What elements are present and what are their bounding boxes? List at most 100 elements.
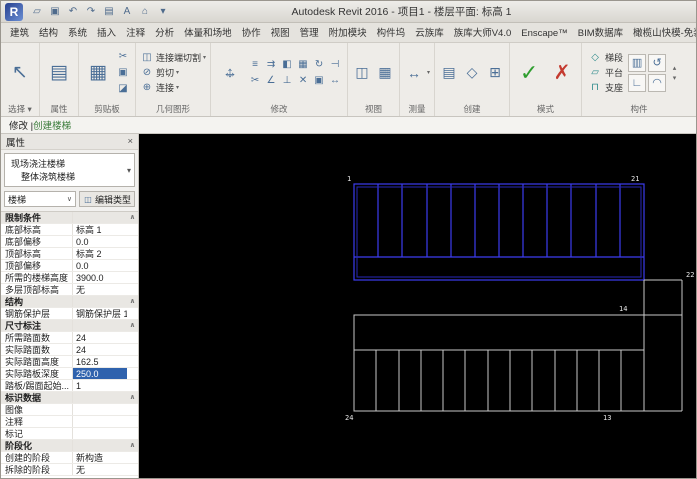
ribbon-tab[interactable]: 构件坞 (372, 23, 411, 42)
match-type-icon[interactable]: ◪ (116, 81, 130, 95)
section-collapse-icon[interactable] (127, 464, 138, 475)
edit-type-button[interactable]: ◫ 编辑类型 (78, 191, 135, 207)
section-collapse-icon[interactable] (127, 356, 138, 367)
property-value[interactable] (73, 440, 127, 451)
ribbon-tab[interactable]: 协作 (237, 23, 266, 42)
ribbon-tab[interactable]: 结构 (34, 23, 63, 42)
property-value[interactable]: 无 (73, 284, 127, 295)
property-value[interactable]: 1 (73, 380, 127, 391)
property-value[interactable]: 250.0 (73, 368, 127, 379)
copy-icon[interactable]: ▣ (116, 65, 130, 79)
move-tool-button[interactable]: ↔ ↕ (215, 50, 245, 96)
property-value[interactable] (73, 212, 127, 223)
mirror-icon[interactable]: ◧ (280, 57, 294, 71)
section-collapse-icon[interactable] (127, 428, 138, 439)
property-value[interactable]: 0.0 (73, 236, 127, 247)
property-value[interactable] (73, 404, 127, 415)
property-value[interactable]: 标高 1 (73, 224, 127, 235)
drawing-canvas[interactable]: 1 21 22 14 24 13 (139, 134, 696, 478)
pin-icon[interactable]: ⊥ (280, 73, 294, 87)
save-icon[interactable]: ▣ (47, 4, 63, 20)
property-row[interactable]: 实际踏板深度 250.0 (1, 368, 138, 380)
property-row[interactable]: 图像 (1, 404, 138, 416)
create-group-icon[interactable]: ▤ (439, 63, 459, 83)
ribbon-tab[interactable]: BIM数据库 (573, 23, 628, 42)
section-collapse-icon[interactable] (127, 404, 138, 415)
stair-support-button[interactable]: ⊓ 支座 (586, 81, 625, 95)
view-grid-icon[interactable]: ▦ (375, 63, 395, 83)
property-row[interactable]: 多层顶部标高 无 (1, 284, 138, 296)
join-end-cut-button[interactable]: ◫ 连接端切割 ▾ (140, 51, 206, 65)
property-row[interactable]: 阶段化 ∧ (1, 440, 138, 452)
stair-run-button[interactable]: ◇ 梯段 (586, 51, 625, 65)
property-value[interactable]: 钢筋保护层 1 ... (73, 308, 127, 319)
property-row[interactable]: 限制条件 ∧ (1, 212, 138, 224)
print-icon[interactable]: ▤ (101, 4, 117, 20)
property-value[interactable]: 24 (73, 344, 127, 355)
ribbon-tab[interactable]: 系统 (63, 23, 92, 42)
property-row[interactable]: 实际踏面高度 162.5 (1, 356, 138, 368)
create-similar-icon[interactable]: ◇ (462, 63, 482, 83)
cut-icon[interactable]: ✂ (116, 49, 130, 63)
type-selector[interactable]: 现场浇注楼梯 整体浇筑楼梯 ▾ (4, 153, 135, 187)
scale-icon[interactable]: ∠ (264, 73, 278, 87)
section-collapse-icon[interactable] (127, 284, 138, 295)
section-collapse-icon[interactable] (127, 332, 138, 343)
revit-app-button[interactable]: R (5, 2, 23, 21)
section-collapse-icon[interactable] (127, 308, 138, 319)
property-row[interactable]: 创建的阶段 新构造 (1, 452, 138, 464)
section-collapse-icon[interactable]: ∧ (127, 440, 138, 451)
stair-landing-button[interactable]: ▱ 平台 (586, 66, 625, 80)
l-shape-run-icon[interactable]: ∟ (628, 73, 647, 92)
property-value[interactable]: 新构造 (73, 452, 127, 463)
property-value[interactable]: 3900.0 (73, 272, 127, 283)
category-filter-select[interactable]: 楼梯 ∨ (4, 191, 76, 207)
ribbon-tab[interactable]: Enscape™ (516, 25, 572, 42)
property-value[interactable] (73, 392, 127, 403)
section-collapse-icon[interactable] (127, 248, 138, 259)
open-icon[interactable]: ▱ (29, 4, 45, 20)
section-collapse-icon[interactable] (127, 380, 138, 391)
text-tool-icon[interactable]: A (119, 4, 135, 20)
delete-icon[interactable]: ✕ (296, 73, 310, 87)
ribbon-tab[interactable]: 注释 (121, 23, 150, 42)
offset-icon[interactable]: ⇉ (264, 57, 278, 71)
property-value[interactable] (73, 428, 127, 439)
property-row[interactable]: 拆除的阶段 无 (1, 464, 138, 476)
section-collapse-icon[interactable] (127, 224, 138, 235)
measure-icon[interactable]: ↔ (404, 63, 424, 83)
section-collapse-icon[interactable]: ∧ (127, 212, 138, 223)
property-value[interactable] (73, 416, 127, 427)
section-collapse-icon[interactable] (127, 368, 138, 379)
cut-geometry-button[interactable]: ⊘ 剪切 ▾ (140, 66, 179, 80)
property-row[interactable]: 标记 (1, 428, 138, 440)
property-row[interactable]: 所需踏面数 24 (1, 332, 138, 344)
ribbon-tab[interactable]: 视图 (266, 23, 295, 42)
split-icon[interactable]: ✂ (248, 73, 262, 87)
section-collapse-icon[interactable] (127, 344, 138, 355)
property-value[interactable] (73, 296, 127, 307)
section-collapse-icon[interactable] (127, 236, 138, 247)
panel-caption-select[interactable]: 选择 ▾ (1, 102, 39, 116)
property-row[interactable]: 底部偏移 0.0 (1, 236, 138, 248)
u-shape-run-icon[interactable]: ◠ (648, 73, 667, 92)
gallery-down-icon[interactable]: ▾ (669, 74, 680, 82)
copy-modify-icon[interactable]: ▣ (312, 73, 326, 87)
property-row[interactable]: 踏板/踢面起始... 1 (1, 380, 138, 392)
stair-plan-drawing[interactable] (139, 134, 696, 478)
qat-customize-icon[interactable]: ▾ (155, 4, 171, 20)
property-row[interactable]: 底部标高 标高 1 (1, 224, 138, 236)
finish-edit-mode-button[interactable]: ✓ (514, 50, 544, 96)
modify-tool-button[interactable]: ↖ (5, 50, 35, 96)
spiral-run-icon[interactable]: ↺ (648, 53, 667, 72)
join-geometry-button[interactable]: ⊕ 连接 ▾ (140, 81, 179, 95)
properties-button[interactable]: ▤ (44, 50, 74, 96)
cancel-edit-mode-button[interactable]: ✗ (547, 50, 577, 96)
property-value[interactable]: 162.5 (73, 356, 127, 367)
gallery-up-icon[interactable]: ▴ (669, 64, 680, 72)
property-value[interactable]: 24 (73, 332, 127, 343)
ribbon-tab[interactable]: 管理 (295, 23, 324, 42)
property-value[interactable]: 标高 2 (73, 248, 127, 259)
close-icon[interactable]: × (127, 136, 133, 147)
property-row[interactable]: 结构 ∧ (1, 296, 138, 308)
